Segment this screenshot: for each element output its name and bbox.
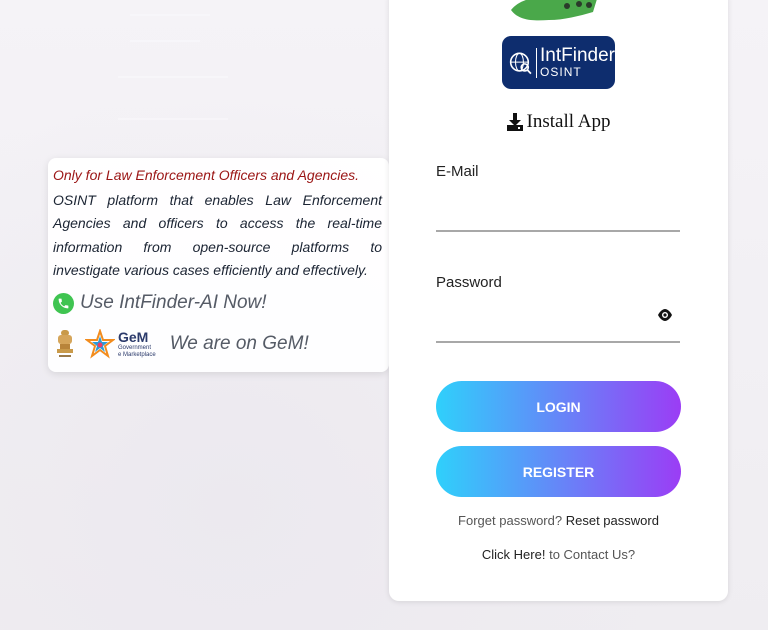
contact-link[interactable]: Click Here! xyxy=(482,547,546,562)
logo-text: IntFinder OSINT xyxy=(540,46,615,79)
whatsapp-icon xyxy=(53,292,74,314)
install-app-link[interactable]: Install App xyxy=(389,111,728,133)
contact-row: Click Here! to Contact Us? xyxy=(389,547,728,562)
logo-separator xyxy=(535,47,538,78)
background-decoration xyxy=(130,14,210,16)
national-emblem-icon xyxy=(57,330,73,358)
install-app-label: Install App xyxy=(526,111,611,132)
background-decoration xyxy=(130,40,200,42)
mascot-illustration xyxy=(511,0,597,21)
contact-text: to Contact Us? xyxy=(549,547,636,562)
info-title: Only for Law Enforcement Officers and Ag… xyxy=(53,167,360,183)
email-field[interactable] xyxy=(436,196,656,224)
reset-password-link[interactable]: Reset password xyxy=(566,513,659,528)
background-decoration xyxy=(118,76,228,78)
logo-sub: OSINT xyxy=(540,65,582,79)
register-button[interactable]: REGISTER xyxy=(436,446,681,497)
email-underline xyxy=(436,230,680,232)
password-underline xyxy=(436,341,680,343)
forgot-password-text: Forget password? xyxy=(458,513,563,528)
gem-sub-government: Government xyxy=(118,344,152,351)
logo-name: IntFinder xyxy=(540,45,615,66)
gem-star-icon xyxy=(85,329,115,359)
gem-link[interactable]: GeM Government e Marketplace We are on G… xyxy=(53,325,384,363)
email-label: E-Mail xyxy=(436,163,479,180)
info-card: Only for Law Enforcement Officers and Ag… xyxy=(48,158,389,372)
login-button[interactable]: LOGIN xyxy=(436,381,681,432)
gem-logo: GeM Government e Marketplace xyxy=(118,328,156,359)
gem-text: We are on GeM! xyxy=(169,333,309,355)
whatsapp-text: Use IntFinder-AI Now! xyxy=(80,292,267,314)
gem-name: GeM xyxy=(118,328,149,345)
whatsapp-link[interactable]: Use IntFinder-AI Now! xyxy=(53,290,384,316)
gem-sub-marketplace: e Marketplace xyxy=(118,351,156,358)
password-label: Password xyxy=(436,274,502,291)
info-description: OSINT platform that enables Law Enforcem… xyxy=(53,192,382,278)
forgot-password-row: Forget password? Reset password xyxy=(389,513,728,528)
login-card: IntFinder OSINT Install App E-Mail Passw… xyxy=(389,0,728,601)
password-field[interactable] xyxy=(436,307,656,335)
download-icon xyxy=(506,113,523,131)
intfinder-logo: IntFinder OSINT xyxy=(502,36,615,89)
background-decoration xyxy=(118,118,228,120)
eye-icon[interactable] xyxy=(658,309,672,321)
globe-search-icon xyxy=(509,52,532,74)
